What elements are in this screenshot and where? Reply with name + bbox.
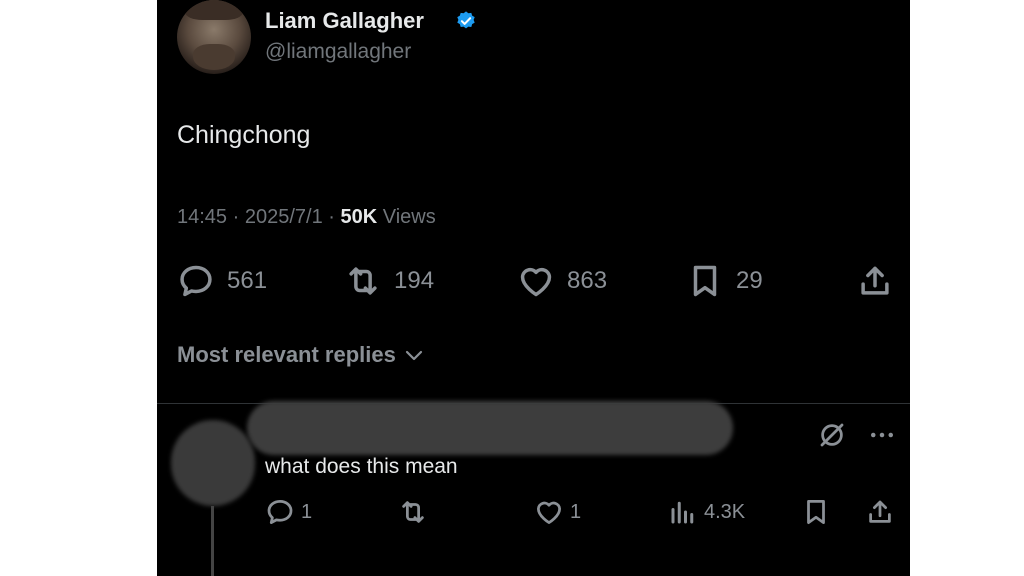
reply-repost-button[interactable] [398, 497, 428, 527]
tweet-meta: 14:45 · 2025/7/1 · 50K Views [177, 206, 436, 228]
share-button[interactable] [856, 262, 894, 300]
share-icon [861, 266, 889, 295]
repost-icon [349, 267, 377, 295]
reply-icon [180, 265, 212, 297]
reply-bookmark-button[interactable] [801, 497, 831, 527]
like-button[interactable]: 863 [517, 262, 607, 300]
thread-line [211, 506, 214, 576]
author-avatar[interactable] [177, 0, 251, 74]
more-options-icon[interactable] [867, 420, 897, 450]
repost-count: 194 [394, 267, 435, 294]
views-label: Views [382, 206, 436, 228]
share-icon [869, 500, 891, 523]
reply-button[interactable]: 561 [177, 262, 267, 300]
redacted-username [247, 401, 733, 455]
reply-like-button[interactable]: 1 [534, 497, 581, 527]
tweet-screen: Liam Gallagher @liamgallagher Chingchong… [157, 0, 910, 576]
tweet-date[interactable]: 2025/7/1 [245, 206, 323, 228]
reply-text: what does this mean [265, 455, 458, 478]
replies-sort-dropdown[interactable]: Most relevant replies [177, 342, 426, 368]
verified-badge-icon [457, 11, 475, 29]
heart-icon [520, 267, 552, 297]
like-count: 863 [567, 267, 608, 294]
bookmark-count: 29 [736, 267, 763, 294]
reply-count: 561 [227, 267, 268, 294]
author-handle[interactable]: @liamgallagher [265, 40, 411, 64]
heart-icon [537, 501, 561, 524]
author-name[interactable]: Liam Gallagher [265, 8, 424, 34]
repost-button[interactable]: 194 [344, 262, 434, 300]
reply-reply-button[interactable]: 1 [265, 497, 312, 527]
chevron-down-icon [405, 350, 422, 361]
bookmark-icon [807, 500, 825, 524]
bookmark-button[interactable]: 29 [686, 262, 763, 300]
repost-icon [402, 501, 424, 523]
bookmark-icon [693, 265, 717, 297]
tweet-time[interactable]: 14:45 [177, 206, 227, 228]
reply-views-button[interactable]: 4.3K [668, 497, 745, 527]
views-count: 50K [340, 206, 378, 228]
redacted-avatar [171, 420, 255, 506]
tweet-text: Chingchong [177, 121, 311, 149]
reply-like-count: 1 [570, 500, 582, 523]
grok-icon[interactable] [817, 420, 847, 450]
reply-views-count: 4.3K [704, 500, 746, 523]
reply-reply-count: 1 [301, 500, 313, 523]
views-chart-icon [671, 501, 694, 524]
reply-share-button[interactable] [865, 497, 895, 527]
replies-sort-label: Most relevant replies [177, 342, 396, 367]
reply-icon [267, 500, 293, 524]
